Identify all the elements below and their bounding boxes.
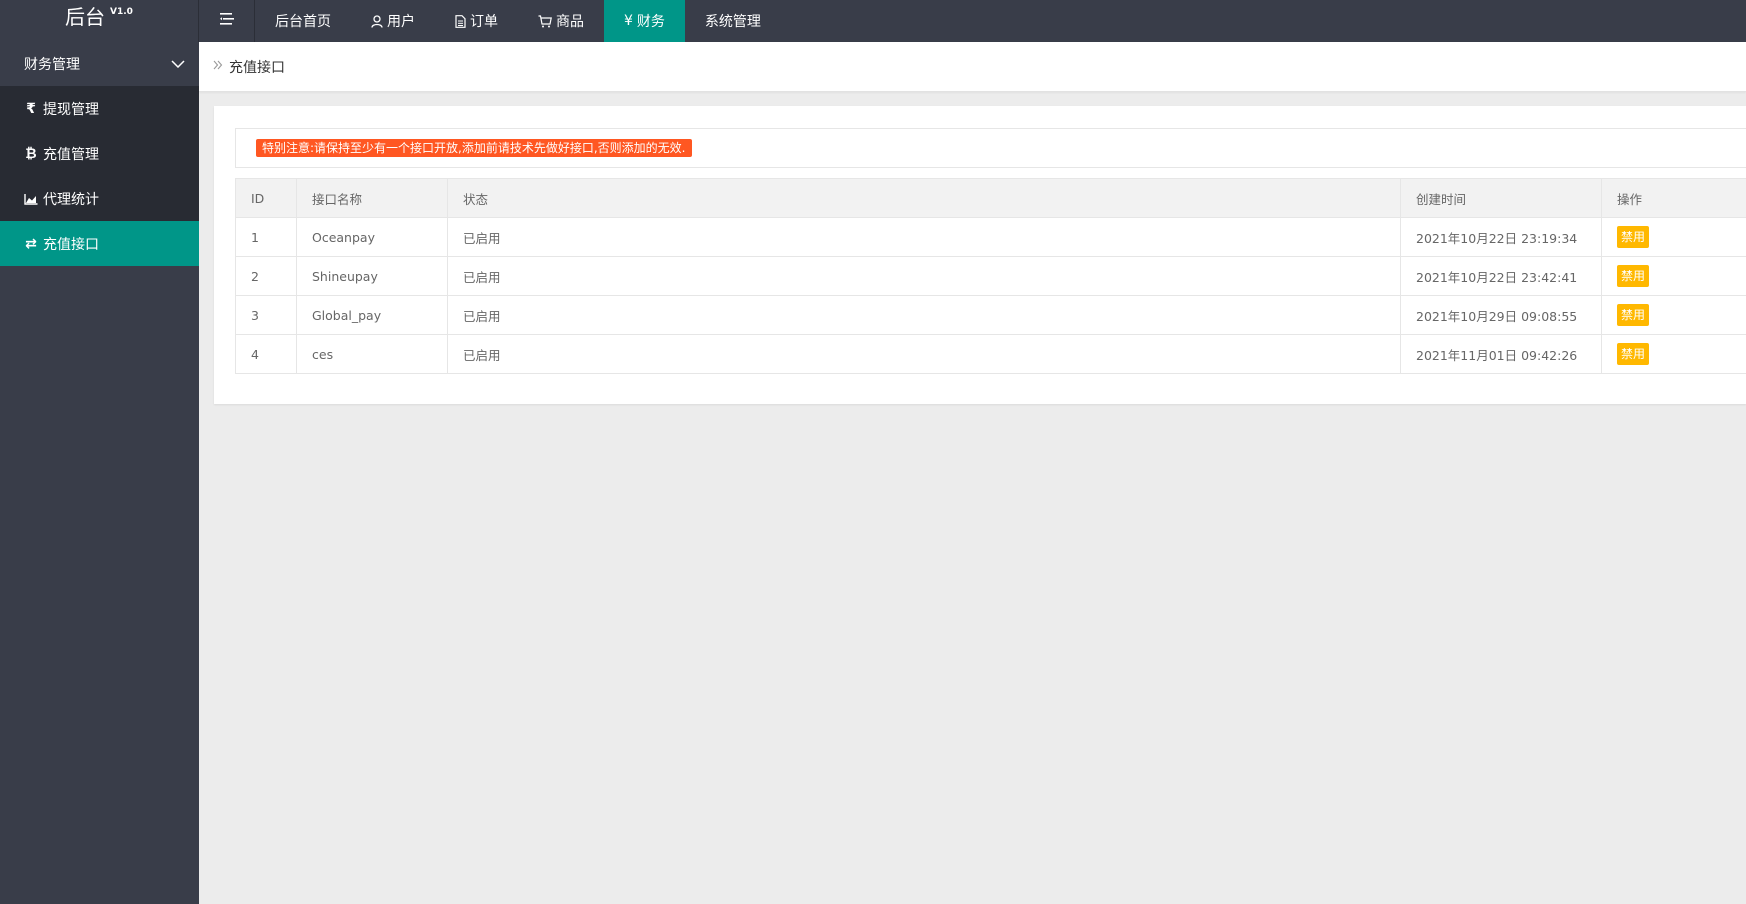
nav-finance[interactable]: ¥ 财务 <box>604 0 685 42</box>
breadcrumb-current[interactable]: 充值接口 <box>229 57 285 77</box>
nav-users[interactable]: 用户 <box>351 0 435 42</box>
content-card: 特别注意:请保持至少有一个接口开放,添加前请技术先做好接口,否则添加的无效. I… <box>214 106 1746 404</box>
nav-system-label: 系统管理 <box>704 14 761 30</box>
bitcoin-icon: ₿ <box>25 146 37 162</box>
cell-created: 2021年10月22日 23:42:41 <box>1400 256 1602 296</box>
notice-badge: 特别注意:请保持至少有一个接口开放,添加前请技术先做好接口,否则添加的无效. <box>256 139 692 157</box>
disable-button[interactable]: 禁用 <box>1617 304 1650 326</box>
sidebar-group-label: 财务管理 <box>24 57 80 73</box>
sidebar-group-finance[interactable]: 财务管理 <box>0 42 199 86</box>
header-status: 状态 <box>447 178 1401 218</box>
disable-button[interactable]: 禁用 <box>1617 226 1650 248</box>
sidebar-item-recharge[interactable]: ₿ 充值管理 <box>0 131 199 176</box>
chevron-down-icon <box>171 56 185 72</box>
table-row: 4 ces 已启用 2021年11月01日 09:42:26 禁用 <box>235 334 1746 374</box>
cell-created: 2021年10月22日 23:19:34 <box>1400 217 1602 257</box>
cell-status: 已启用 <box>447 217 1401 257</box>
cell-created: 2021年10月29日 09:08:55 <box>1400 295 1602 335</box>
cell-status: 已启用 <box>447 295 1401 335</box>
table-row: 2 Shineupay 已启用 2021年10月22日 23:42:41 禁用 <box>235 256 1746 296</box>
header-created: 创建时间 <box>1400 178 1602 218</box>
sidebar-item-agent-stats[interactable]: 代理统计 <box>0 176 199 221</box>
cell-action: 禁用 <box>1601 217 1746 257</box>
exchange-icon: ⇄ <box>25 235 37 252</box>
cell-status: 已启用 <box>447 256 1401 296</box>
api-table: ID 接口名称 状态 创建时间 操作 1 Oceanpay 已启用 2021年1… <box>235 178 1746 374</box>
header-id: ID <box>235 178 297 218</box>
table-row: 3 Global_pay 已启用 2021年10月29日 09:08:55 禁用 <box>235 295 1746 335</box>
app-logo[interactable]: 后台 V1.0 <box>0 0 199 42</box>
nav-orders-label: 订单 <box>470 14 498 30</box>
cart-icon <box>538 14 552 28</box>
cell-created: 2021年11月01日 09:42:26 <box>1400 334 1602 374</box>
cell-name: Shineupay <box>296 256 448 296</box>
menu-toggle-icon <box>219 13 234 29</box>
cell-id: 4 <box>235 334 297 374</box>
sidebar-item-label: 充值接口 <box>43 236 99 253</box>
cell-name: Global_pay <box>296 295 448 335</box>
sidebar-item-withdrawals[interactable]: ₹ 提现管理 <box>0 86 199 131</box>
rupee-icon: ₹ <box>26 100 36 117</box>
disable-button[interactable]: 禁用 <box>1617 265 1650 287</box>
notice-box: 特别注意:请保持至少有一个接口开放,添加前请技术先做好接口,否则添加的无效. <box>235 128 1746 168</box>
disable-button[interactable]: 禁用 <box>1617 343 1650 365</box>
cell-action: 禁用 <box>1601 295 1746 335</box>
sidebar-item-recharge-api[interactable]: ⇄ 充值接口 <box>0 221 199 266</box>
sidebar-item-label: 充值管理 <box>43 146 99 163</box>
sidebar: 财务管理 ₹ 提现管理 ₿ 充值管理 代理统计 ⇄ 充值接口 <box>0 42 199 904</box>
nav-products-label: 商品 <box>556 14 584 30</box>
menu-toggle-button[interactable] <box>199 0 255 42</box>
user-icon <box>371 14 383 28</box>
double-chevron-right-icon <box>213 59 223 74</box>
nav-orders[interactable]: 订单 <box>435 0 518 42</box>
cell-id: 2 <box>235 256 297 296</box>
top-navbar: 后台 V1.0 后台首页 用户 订单 商品 ¥ 财务 系统管理 <box>0 0 1746 42</box>
app-name: 后台 <box>65 5 106 29</box>
table-header-row: ID 接口名称 状态 创建时间 操作 <box>235 178 1746 218</box>
cell-action: 禁用 <box>1601 334 1746 374</box>
sidebar-item-label: 提现管理 <box>43 101 99 118</box>
yen-icon: ¥ <box>624 13 633 29</box>
breadcrumb: 充值接口 <box>199 42 1746 92</box>
top-nav: 后台首页 用户 订单 商品 ¥ 财务 系统管理 <box>199 0 781 42</box>
app-version: V1.0 <box>110 7 133 17</box>
nav-finance-label: 财务 <box>636 14 665 30</box>
table-row: 1 Oceanpay 已启用 2021年10月22日 23:19:34 禁用 <box>235 217 1746 257</box>
cell-id: 3 <box>235 295 297 335</box>
nav-home[interactable]: 后台首页 <box>255 0 351 42</box>
cell-name: ces <box>296 334 448 374</box>
cell-status: 已启用 <box>447 334 1401 374</box>
nav-home-label: 后台首页 <box>275 14 331 30</box>
area-chart-icon <box>24 193 38 205</box>
nav-products[interactable]: 商品 <box>518 0 604 42</box>
sidebar-submenu: ₹ 提现管理 ₿ 充值管理 代理统计 ⇄ 充值接口 <box>0 86 199 266</box>
cell-id: 1 <box>235 217 297 257</box>
sidebar-item-label: 代理统计 <box>43 191 99 208</box>
nav-system[interactable]: 系统管理 <box>685 0 781 42</box>
cell-action: 禁用 <box>1601 256 1746 296</box>
header-action: 操作 <box>1601 178 1746 218</box>
header-name: 接口名称 <box>296 178 448 218</box>
document-icon <box>455 14 466 28</box>
nav-users-label: 用户 <box>387 14 415 30</box>
cell-name: Oceanpay <box>296 217 448 257</box>
